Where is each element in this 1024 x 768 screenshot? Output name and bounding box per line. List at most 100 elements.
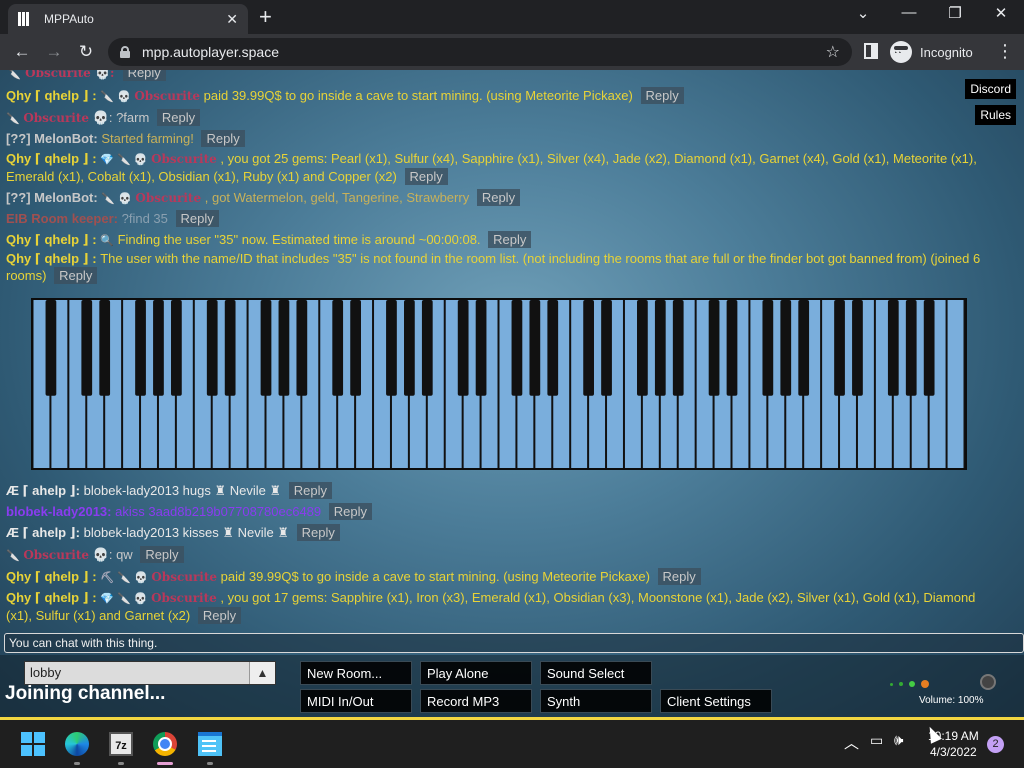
piano-black-key[interactable] [780,300,792,396]
piano-black-key[interactable] [601,300,612,396]
close-window-button[interactable]: ✕ [986,4,1016,22]
notification-badge[interactable]: 2 [987,736,1004,753]
piano-black-key[interactable] [637,300,648,396]
piano-black-key[interactable] [260,300,272,396]
piano-black-key[interactable] [296,300,308,396]
piano-black-key[interactable] [672,300,684,396]
piano-black-key[interactable] [81,300,93,396]
reply-button[interactable]: Reply [140,546,184,563]
reply-button[interactable]: Reply [404,168,448,185]
synth-button[interactable]: Synth [540,689,652,713]
piano-black-key[interactable] [171,300,182,396]
reply-button[interactable]: Reply [197,607,242,624]
room-select[interactable]: lobby ▲ [24,661,276,685]
reply-button[interactable]: Reply [328,503,373,520]
piano-black-key[interactable] [206,300,218,396]
new-room-button[interactable]: New Room... [300,661,412,685]
status-text: Joining channel... [5,683,166,704]
piano-black-key[interactable] [135,300,146,396]
back-button[interactable]: ← [10,42,34,62]
piano-black-key[interactable] [798,300,810,396]
piano-black-key[interactable] [583,300,594,396]
incognito-label: Incognito [920,44,973,60]
chat-message: 🔪 Obscurite 💀: qw Reply [6,546,1001,564]
piano-black-key[interactable] [153,300,164,396]
piano-black-key[interactable] [421,300,433,396]
chat-message: 🔪 Obscurite 💀: ?farm Reply [6,109,1001,127]
reply-button[interactable]: Reply [488,231,532,248]
piano-black-key[interactable] [762,300,774,396]
midi-button[interactable]: MIDI In/Out [300,689,412,713]
volume-label: Volume: 100% [919,695,984,706]
sound-select-button[interactable]: Sound Select [540,661,652,685]
piano-black-key[interactable] [386,300,397,396]
piano-black-key[interactable] [350,300,361,396]
incognito-icon [890,41,912,63]
address-bar[interactable]: mpp.autoplayer.space ☆ [108,38,852,66]
7zip-icon[interactable]: 7z [109,732,133,756]
piano-keys[interactable] [33,300,965,468]
piano-black-key[interactable] [654,300,666,396]
notepad-icon[interactable] [198,732,222,756]
minimize-button[interactable]: — [894,4,924,21]
reply-button[interactable]: Reply [288,482,332,499]
reply-button[interactable]: Reply [640,87,684,104]
piano-black-key[interactable] [905,300,917,396]
incognito-indicator[interactable]: Incognito [890,39,973,65]
start-windows-icon[interactable] [21,732,45,756]
new-tab-button[interactable]: + [259,5,272,29]
reply-button[interactable]: Reply [122,70,166,81]
play-alone-button[interactable]: Play Alone [420,661,532,685]
piano-black-key[interactable] [457,300,469,396]
piano-black-key[interactable] [224,300,236,396]
taskbar-indicator [207,762,213,765]
record-mp3-button[interactable]: Record MP3 [420,689,532,713]
piano-black-key[interactable] [547,300,559,396]
chat-input[interactable]: You can chat with this thing. [4,633,1024,653]
piano-black-key[interactable] [834,300,845,396]
reload-button[interactable]: ↻ [74,42,98,62]
side-panel-icon[interactable] [864,43,878,59]
tab-close-icon[interactable]: ✕ [226,11,238,28]
rules-button[interactable]: Rules [975,105,1016,125]
chrome-icon[interactable] [153,732,177,756]
menu-kebab-icon[interactable]: ⋮ [996,41,1014,62]
reply-button[interactable]: Reply [175,210,219,227]
network-icon[interactable]: ▭ [870,732,883,749]
browser-tab[interactable]: MPPAuto ✕ [8,4,248,34]
piano-black-key[interactable] [332,300,344,396]
discord-button[interactable]: Discord [965,79,1016,99]
client-settings-button[interactable]: Client Settings [660,689,772,713]
room-name: lobby [30,665,62,680]
edge-icon[interactable] [65,732,89,756]
reply-button[interactable]: Reply [54,267,98,284]
piano-black-key[interactable] [923,300,935,396]
tray-chevron-icon[interactable]: ︿ [844,732,859,753]
piano-white-key[interactable] [947,300,964,468]
piano-black-key[interactable] [511,300,523,396]
reply-button[interactable]: Reply [156,109,201,126]
volume-knob-icon[interactable] [980,674,996,690]
piano-black-key[interactable] [278,300,290,396]
reply-button[interactable]: Reply [476,189,521,206]
piano-black-key[interactable] [99,300,111,396]
piano-black-key[interactable] [475,300,487,396]
piano-black-key[interactable] [726,300,738,396]
browser-toolbar: ← → ↻ mpp.autoplayer.space ☆ Incognito ⋮ [0,34,1024,70]
reply-button[interactable]: Reply [201,130,245,147]
piano-keyboard[interactable] [31,298,967,470]
reply-button[interactable]: Reply [296,524,340,541]
piano-black-key[interactable] [708,300,720,396]
bookmark-star-icon[interactable]: ☆ [826,42,840,62]
room-dropdown-arrow-icon[interactable]: ▲ [249,662,275,684]
piano-black-key[interactable] [529,300,541,396]
restore-button[interactable]: ❐ [940,4,970,22]
piano-black-key[interactable] [45,300,57,396]
piano-black-key[interactable] [852,300,863,396]
piano-black-key[interactable] [887,300,899,396]
forward-button[interactable]: → [42,42,66,62]
speaker-icon[interactable]: 🕪 [894,732,903,749]
reply-button[interactable]: Reply [657,568,701,585]
piano-black-key[interactable] [404,300,415,396]
tab-search-chevron-icon[interactable]: ⌄ [848,4,878,22]
